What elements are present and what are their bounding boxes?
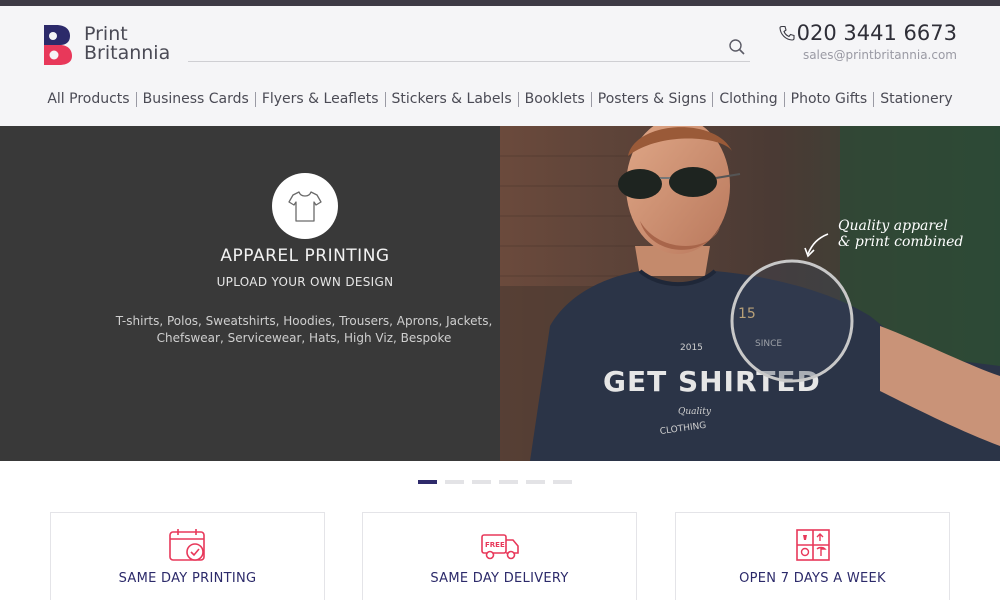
carousel-dots (418, 480, 572, 484)
carousel-dot-2[interactable] (445, 480, 464, 484)
nav-item-flyers-leaflets[interactable]: Flyers & Leaflets (254, 91, 385, 107)
hero-photo: SINCE 2015 GET SHIRTED Quality CLOTHING … (500, 126, 1000, 461)
hero-text-panel: APPAREL PRINTING UPLOAD YOUR OWN DESIGN … (0, 126, 500, 461)
nav-item-stationery[interactable]: Stationery (873, 91, 958, 107)
logo-mark-icon (44, 25, 72, 65)
shirt-year-text: 2015 (680, 343, 703, 353)
nav-item-clothing[interactable]: Clothing (712, 91, 783, 107)
feature-title: SAME DAY PRINTING (118, 571, 257, 586)
callout-line2: & print combined (838, 234, 963, 250)
nav-item-photo-gifts[interactable]: Photo Gifts (783, 91, 874, 107)
shirt-quality-text: Quality (678, 407, 712, 417)
brand-logo[interactable]: Print Britannia (42, 18, 192, 70)
callout-line1: Quality apparel (838, 218, 948, 234)
phone-icon (779, 25, 795, 41)
free-badge-text: FREE (485, 541, 505, 549)
carousel-dot-4[interactable] (499, 480, 518, 484)
nav-item-all-products[interactable]: All Products (41, 91, 135, 107)
hero-photo-illustration: SINCE 2015 GET SHIRTED Quality CLOTHING … (500, 126, 1000, 461)
tshirt-icon (288, 191, 322, 222)
hero-banner[interactable]: APPAREL PRINTING UPLOAD YOUR OWN DESIGN … (0, 126, 1000, 461)
search-icon[interactable] (728, 38, 746, 56)
tshirt-icon-badge (272, 173, 338, 239)
delivery-truck-icon: FREE (480, 534, 519, 560)
nav-item-business-cards[interactable]: Business Cards (135, 91, 255, 107)
brand-line2: Britannia (84, 42, 171, 64)
search-input[interactable] (188, 34, 708, 60)
nav-item-booklets[interactable]: Booklets (517, 91, 591, 107)
email-link[interactable]: sales@printbritannia.com (803, 48, 957, 62)
phone-number[interactable]: 020 3441 6673 (779, 21, 957, 45)
carousel-dot-3[interactable] (472, 480, 491, 484)
calendar-check-icon (168, 529, 205, 561)
site-header: Print Britannia 020 3441 6673 sales@prin… (0, 6, 1000, 126)
feature-card-same-day-printing[interactable]: SAME DAY PRINTING (50, 512, 325, 600)
package-box-icon (795, 529, 830, 561)
feature-card-same-day-delivery[interactable]: FREE SAME DAY DELIVERY (362, 512, 637, 600)
zoom-number-text: 15 (738, 306, 756, 322)
main-nav: All Products Business Cards Flyers & Lea… (0, 88, 1000, 110)
nav-item-posters-signs[interactable]: Posters & Signs (590, 91, 713, 107)
feature-title: SAME DAY DELIVERY (430, 571, 569, 586)
search-bar (188, 34, 750, 62)
nav-item-stickers-labels[interactable]: Stickers & Labels (384, 91, 518, 107)
phone-text: 020 3441 6673 (796, 21, 957, 45)
carousel-dot-1[interactable] (418, 480, 437, 484)
feature-title: OPEN 7 DAYS A WEEK (739, 571, 886, 586)
feature-card-open-7-days[interactable]: OPEN 7 DAYS A WEEK (675, 512, 950, 600)
carousel-dot-5[interactable] (526, 480, 545, 484)
carousel-dot-6[interactable] (553, 480, 572, 484)
